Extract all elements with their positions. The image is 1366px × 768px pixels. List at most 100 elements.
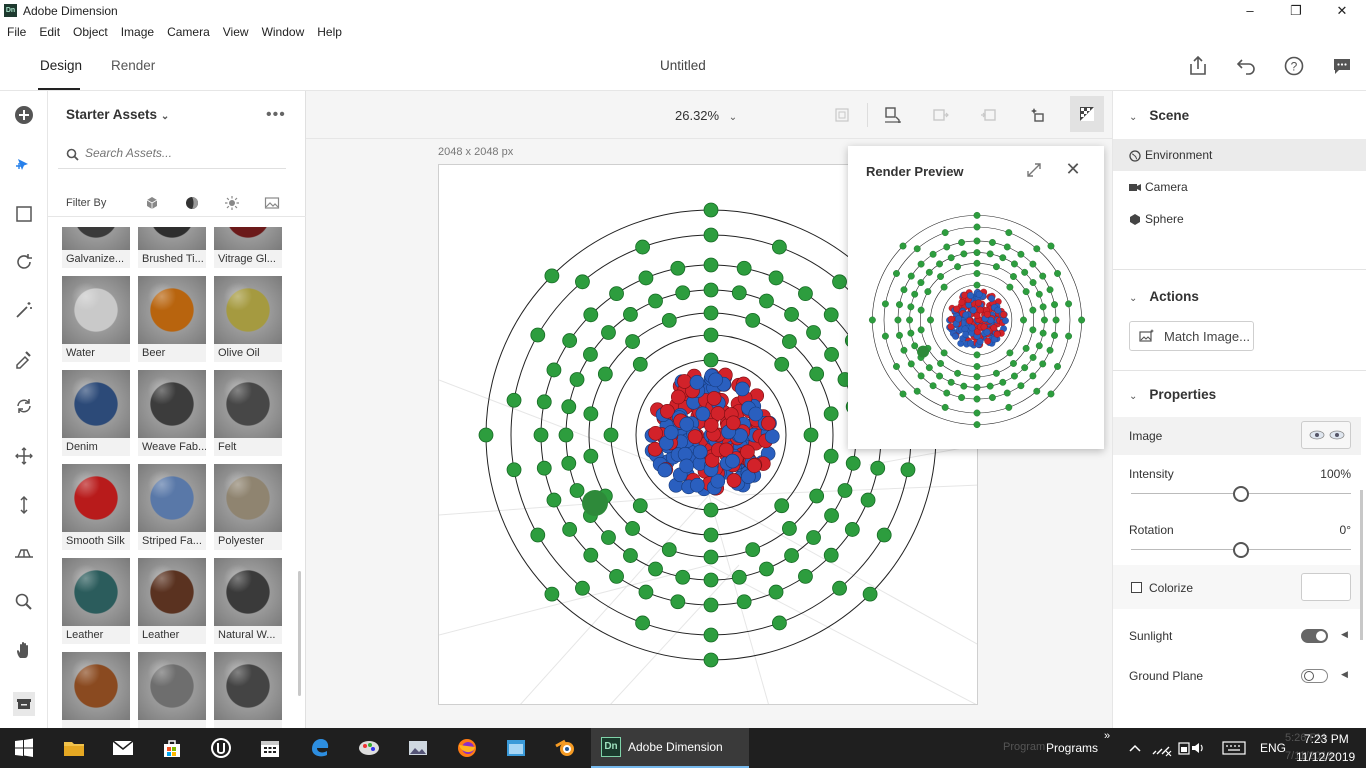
calendar-icon[interactable] <box>258 736 282 760</box>
material-tile[interactable]: Leather <box>138 558 206 644</box>
keyboard-icon[interactable] <box>1222 741 1246 755</box>
scene-item-sphere[interactable]: Sphere <box>1113 205 1366 233</box>
horizon-tool-icon[interactable] <box>12 541 36 565</box>
intensity-slider-thumb[interactable] <box>1233 486 1249 502</box>
material-filter-icon[interactable] <box>184 195 200 211</box>
image-viewer-icon[interactable] <box>406 736 430 760</box>
material-tile[interactable]: Water <box>62 276 130 362</box>
menu-window[interactable]: Window <box>255 22 311 39</box>
material-tile[interactable]: Leather <box>62 558 130 644</box>
ground-plane-toggle[interactable] <box>1301 669 1328 683</box>
more-options-icon[interactable]: ••• <box>266 106 286 124</box>
material-tile[interactable]: Brushed Ti... <box>138 227 206 268</box>
material-tile[interactable]: Weave Fab... <box>138 370 206 456</box>
material-tile[interactable]: Galvanize... <box>62 227 130 268</box>
chevron-up-icon[interactable] <box>1128 741 1142 755</box>
close-icon[interactable]: ✕ <box>1063 159 1083 179</box>
blender-icon[interactable] <box>553 736 577 760</box>
properties-scrollbar[interactable] <box>1360 490 1363 640</box>
scene-section-toggle[interactable]: ⌄ Scene <box>1129 108 1189 123</box>
menu-view[interactable]: View <box>216 22 255 39</box>
magic-wand-tool-icon[interactable] <box>12 298 36 322</box>
material-tile[interactable]: Smooth Silk <box>62 464 130 550</box>
menu-help[interactable]: Help <box>310 22 348 39</box>
programs-toolbar[interactable]: Programs <box>1046 741 1098 755</box>
material-tile[interactable]: Denim <box>62 370 130 456</box>
material-tile[interactable] <box>138 652 206 728</box>
minimize-button[interactable]: – <box>1227 0 1273 22</box>
tab-render[interactable]: Render <box>111 58 155 73</box>
share-icon[interactable] <box>1186 54 1210 78</box>
assets-scrollbar[interactable] <box>298 571 301 696</box>
fit-frame-icon[interactable] <box>834 107 850 123</box>
material-tile[interactable]: Vitrage Gl... <box>214 227 282 268</box>
rotate-camera-tool-icon[interactable] <box>12 394 36 418</box>
material-tile[interactable] <box>62 652 130 728</box>
rotation-slider-thumb[interactable] <box>1233 542 1249 558</box>
material-tile[interactable]: Felt <box>214 370 282 456</box>
colorize-checkbox[interactable] <box>1131 582 1142 593</box>
search-input[interactable] <box>85 146 275 160</box>
material-tile[interactable] <box>214 652 282 728</box>
app-window-icon[interactable] <box>504 736 528 760</box>
mail-icon[interactable] <box>111 736 135 760</box>
material-tile[interactable]: Striped Fa... <box>138 464 206 550</box>
clock-time[interactable]: 7:23 PM <box>1304 732 1349 746</box>
sunlight-expand-icon[interactable]: ◀ <box>1341 629 1348 640</box>
image-filter-icon[interactable] <box>264 195 280 211</box>
expand-icon[interactable] <box>1024 160 1044 180</box>
auto-camera-icon[interactable] <box>1027 105 1047 125</box>
file-explorer-icon[interactable] <box>62 736 86 760</box>
volume-icon[interactable] <box>1190 740 1206 756</box>
store-icon[interactable] <box>160 736 184 760</box>
add-content-icon[interactable] <box>12 103 36 127</box>
panel-toggle-icon[interactable] <box>12 692 36 716</box>
material-tile[interactable]: Beer <box>138 276 206 362</box>
unreal-engine-icon[interactable] <box>209 736 233 760</box>
taskbar-active-app[interactable]: Dn Adobe Dimension <box>591 728 749 768</box>
windows-start-icon[interactable] <box>12 736 36 760</box>
firefox-icon[interactable] <box>455 736 479 760</box>
scene-item-environment[interactable]: Environment <box>1113 139 1366 171</box>
maximize-button[interactable]: ❐ <box>1273 0 1319 22</box>
menu-file[interactable]: File <box>0 22 32 39</box>
hand-tool-icon[interactable] <box>12 638 36 662</box>
select-marquee-tool-icon[interactable] <box>12 202 36 226</box>
help-icon[interactable]: ? <box>1282 54 1306 78</box>
select-tool-icon[interactable] <box>12 154 36 178</box>
material-tile[interactable]: Natural W... <box>214 558 282 644</box>
menu-edit[interactable]: Edit <box>32 22 66 39</box>
menu-image[interactable]: Image <box>114 22 160 39</box>
actions-section-toggle[interactable]: ⌄ Actions <box>1129 289 1199 304</box>
pan-camera-tool-icon[interactable] <box>12 444 36 468</box>
close-window-button[interactable]: ✕ <box>1319 0 1365 22</box>
network-icon[interactable] <box>1151 739 1173 757</box>
light-filter-icon[interactable] <box>224 195 240 211</box>
colorize-color-swatch[interactable] <box>1301 573 1351 601</box>
align-left-icon[interactable] <box>930 105 950 125</box>
drop-to-ground-icon[interactable] <box>883 105 903 125</box>
toolbar-expand-icon[interactable]: » <box>1104 730 1110 742</box>
scene-item-camera[interactable]: Camera <box>1113 173 1366 201</box>
sample-tool-icon[interactable] <box>12 346 36 370</box>
feedback-icon[interactable] <box>1330 54 1354 78</box>
undo-icon[interactable] <box>1234 54 1258 78</box>
ground-plane-expand-icon[interactable]: ◀ <box>1341 669 1348 680</box>
model-filter-icon[interactable] <box>144 195 160 211</box>
dolly-camera-tool-icon[interactable] <box>12 493 36 517</box>
zoom-dropdown[interactable]: 26.32% ⌄ <box>675 108 737 123</box>
environment-image-button[interactable] <box>1301 421 1351 449</box>
zoom-tool-icon[interactable] <box>12 590 36 614</box>
properties-section-toggle[interactable]: ⌄ Properties <box>1129 387 1216 402</box>
paint-app-icon[interactable] <box>357 736 381 760</box>
material-tile[interactable]: Polyester <box>214 464 282 550</box>
sunlight-toggle[interactable] <box>1301 629 1328 643</box>
align-right-icon[interactable] <box>979 105 999 125</box>
assets-library-selector[interactable]: Starter Assets ⌄ <box>66 107 169 122</box>
match-image-button[interactable]: Match Image... <box>1129 321 1254 351</box>
material-tile[interactable]: Olive Oil <box>214 276 282 362</box>
menu-object[interactable]: Object <box>66 22 114 39</box>
tab-design[interactable]: Design <box>40 58 82 73</box>
edge-browser-icon[interactable] <box>308 736 332 760</box>
language-indicator[interactable]: ENG <box>1260 741 1286 755</box>
